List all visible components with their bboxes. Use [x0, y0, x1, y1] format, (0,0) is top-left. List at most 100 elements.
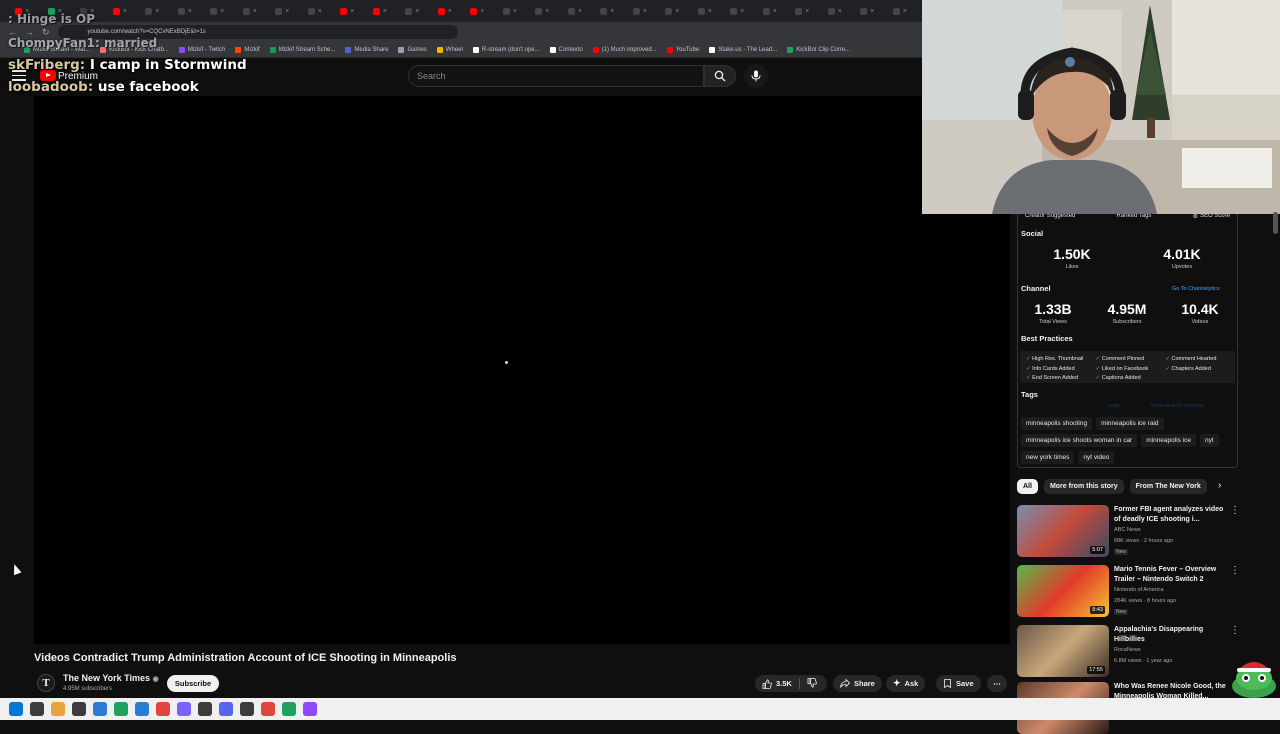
taskbar-app-icon[interactable]	[198, 702, 212, 716]
recommended-video[interactable]: 5:07 Former FBI agent analyzes video of d…	[1017, 505, 1247, 557]
twitch-icon[interactable]	[303, 702, 317, 716]
browser-tab[interactable]: ×	[559, 2, 592, 20]
browser-tab[interactable]: ×	[331, 2, 364, 20]
browser-tab[interactable]: ×	[591, 2, 624, 20]
browser-tab[interactable]: ×	[396, 2, 429, 20]
chevron-right-icon[interactable]: ›	[1218, 480, 1221, 491]
tag-chip[interactable]: minneapolis ice	[1141, 434, 1197, 447]
tab-close-icon[interactable]: ×	[220, 8, 224, 15]
browser-tab[interactable]: ×	[461, 2, 494, 20]
bookmark-item[interactable]: Mizkif	[235, 46, 260, 53]
browser-tab[interactable]: ×	[169, 2, 202, 20]
bookmark-item[interactable]: YouTube	[666, 46, 699, 53]
tab-close-icon[interactable]: ×	[383, 8, 387, 15]
bookmark-item[interactable]: Mizkif - Twitch	[178, 46, 225, 53]
browser-tab[interactable]: ×	[136, 2, 169, 20]
voice-search-button[interactable]	[744, 64, 768, 88]
tab-close-icon[interactable]: ×	[188, 8, 192, 15]
subscribe-button[interactable]: Subscribe	[167, 675, 219, 692]
browser-tab[interactable]: ×	[786, 2, 819, 20]
tab-close-icon[interactable]: ×	[253, 8, 257, 15]
tab-close-icon[interactable]: ×	[675, 8, 679, 15]
tab-close-icon[interactable]: ×	[643, 8, 647, 15]
browser-tab[interactable]: ×	[201, 2, 234, 20]
browser-tab[interactable]: ×	[299, 2, 332, 20]
tab-close-icon[interactable]: ×	[285, 8, 289, 15]
tab-ranked-tags[interactable]: Ranked Tags	[1117, 213, 1152, 220]
browser-tab[interactable]: ×	[851, 2, 884, 20]
video-title-link[interactable]: Appalachia's Disappearing Hillbillies	[1114, 625, 1226, 645]
tag-chip[interactable]: nyt video	[1078, 451, 1115, 464]
show-rankings-button[interactable]: Show search rankings	[1150, 403, 1204, 409]
tab-close-icon[interactable]: ×	[838, 8, 842, 15]
bookmark-item[interactable]: KickBot Clip Corre...	[787, 46, 850, 53]
tab-close-icon[interactable]: ×	[155, 8, 159, 15]
dislike-button[interactable]	[807, 677, 817, 690]
browser-tab[interactable]: ×	[266, 2, 299, 20]
browser-tab[interactable]: ×	[884, 2, 917, 20]
taskbar-app-icon[interactable]	[240, 702, 254, 716]
tab-creator-suggested[interactable]: Creator Suggested	[1025, 213, 1075, 220]
search-input[interactable]: Search	[408, 65, 704, 87]
tag-chip[interactable]: minneapolis ice raid	[1096, 417, 1164, 430]
tab-close-icon[interactable]: ×	[805, 8, 809, 15]
tab-close-icon[interactable]: ×	[578, 8, 582, 15]
browser-tab[interactable]: ×	[104, 2, 137, 20]
save-button[interactable]: Save	[936, 675, 981, 692]
filter-chip[interactable]: More from this story	[1043, 479, 1124, 494]
video-title-link[interactable]: Former FBI agent analyzes video of deadl…	[1114, 505, 1226, 525]
video-options-icon[interactable]: ⋮	[1230, 625, 1240, 636]
tab-close-icon[interactable]: ×	[708, 8, 712, 15]
tab-close-icon[interactable]: ×	[903, 8, 907, 15]
tab-close-icon[interactable]: ×	[773, 8, 777, 15]
bookmark-item[interactable]: (1) Much improved...	[592, 46, 657, 53]
video-thumbnail[interactable]: 8:43	[1017, 565, 1109, 617]
sidebar-scrollbar[interactable]	[1273, 212, 1278, 234]
video-player[interactable]	[34, 96, 1010, 644]
ask-button[interactable]: ✦ Ask	[886, 675, 926, 692]
tab-close-icon[interactable]: ×	[350, 8, 354, 15]
recommended-video[interactable]: 8:43 Mario Tennis Fever – Overview Traile…	[1017, 565, 1247, 617]
share-button[interactable]: Share	[833, 675, 882, 692]
browser-tab[interactable]: ×	[656, 2, 689, 20]
tag-chip[interactable]: minneapolis shooting	[1021, 417, 1093, 430]
tab-close-icon[interactable]: ×	[123, 8, 127, 15]
filter-chip[interactable]: From The New York	[1129, 479, 1207, 494]
tab-close-icon[interactable]: ×	[545, 8, 549, 15]
browser-tab[interactable]: ×	[754, 2, 787, 20]
video-title-link[interactable]: Mario Tennis Fever – Overview Trailer – …	[1114, 565, 1226, 585]
video-thumbnail[interactable]: 5:07	[1017, 505, 1109, 557]
tab-close-icon[interactable]: ×	[480, 8, 484, 15]
windows-start-icon[interactable]	[9, 702, 23, 716]
taskbar-app-icon[interactable]	[72, 702, 86, 716]
channel-name[interactable]: The New York Times ◉	[63, 673, 159, 683]
browser-tab[interactable]: ×	[819, 2, 852, 20]
browser-tab[interactable]: ×	[429, 2, 462, 20]
tag-chip[interactable]: minneapolis ice shoots woman in car	[1021, 434, 1138, 447]
channel-name-text[interactable]: The New York Times	[63, 673, 150, 683]
browser-tab[interactable]: ×	[364, 2, 397, 20]
discord-icon[interactable]	[219, 702, 233, 716]
copy-tags-button[interactable]: copy	[1108, 403, 1120, 409]
tag-chip[interactable]: new york times	[1021, 451, 1075, 464]
tab-close-icon[interactable]: ×	[740, 8, 744, 15]
channel-avatar[interactable]: T	[37, 674, 55, 692]
video-options-icon[interactable]: ⋮	[1230, 505, 1240, 516]
bookmark-item[interactable]: R-stream (don't ope...	[472, 46, 540, 53]
like-button[interactable]: 3.5K	[762, 678, 792, 689]
search-taskbar-icon[interactable]	[30, 702, 44, 716]
tab-close-icon[interactable]: ×	[415, 8, 419, 15]
tag-chip[interactable]: nyt	[1200, 434, 1219, 447]
search-button[interactable]	[704, 65, 736, 87]
browser-tab[interactable]: ×	[721, 2, 754, 20]
taskbar-app-icon[interactable]	[114, 702, 128, 716]
recommended-video[interactable]: 17:55 Appalachia's Disappearing Hillbilli…	[1017, 625, 1247, 677]
spotify-icon[interactable]	[282, 702, 296, 716]
taskbar-app-icon[interactable]	[93, 702, 107, 716]
browser-tab[interactable]: ×	[624, 2, 657, 20]
video-thumbnail[interactable]: 17:55	[1017, 625, 1109, 677]
file-explorer-icon[interactable]	[51, 702, 65, 716]
tab-close-icon[interactable]: ×	[870, 8, 874, 15]
taskbar-app-icon[interactable]	[261, 702, 275, 716]
bookmark-item[interactable]: Mizkif Stream Sche...	[269, 46, 335, 53]
